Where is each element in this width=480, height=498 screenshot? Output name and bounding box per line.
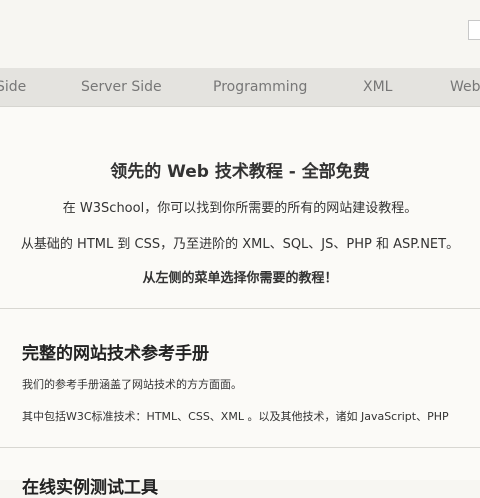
intro-instruction-text: 从左侧的菜单选择你需要的教程！	[142, 271, 338, 286]
nav-item-programming[interactable]: Programming	[213, 68, 307, 106]
nav-item-xml[interactable]: XML	[363, 68, 392, 106]
reference-section-title: 完整的网站技术参考手册	[22, 344, 209, 364]
section-divider	[0, 447, 480, 448]
top-header	[0, 0, 480, 66]
intro-technologies-text: 从基础的 HTML 到 CSS，乃至进阶的 XML、SQL、JS、PHP 和 A…	[20, 237, 460, 252]
reference-technologies: 其中包括W3C标准技术：HTML、CSS、XML 。以及其他技术，诸如 Java…	[22, 410, 449, 423]
section-divider	[0, 308, 480, 309]
nav-item-web[interactable]: Web	[450, 68, 480, 106]
next-section-title: 在线实例测试工具	[22, 478, 158, 498]
page-title: 领先的 Web 技术教程 - 全部免费	[110, 162, 370, 182]
search-input[interactable]	[468, 20, 480, 40]
reference-description: 我们的参考手册涵盖了网站技术的方方面面。	[22, 378, 242, 391]
main-content: 领先的 Web 技术教程 - 全部免费 在 W3School，你可以找到你所需要…	[0, 107, 480, 498]
main-navbar: Side Server Side Programming XML Web	[0, 68, 480, 107]
intro-text: 在 W3School，你可以找到你所需要的所有的网站建设教程。	[62, 201, 418, 216]
nav-item-server-side[interactable]: Server Side	[81, 68, 162, 106]
nav-item-client-side[interactable]: Side	[0, 68, 26, 106]
